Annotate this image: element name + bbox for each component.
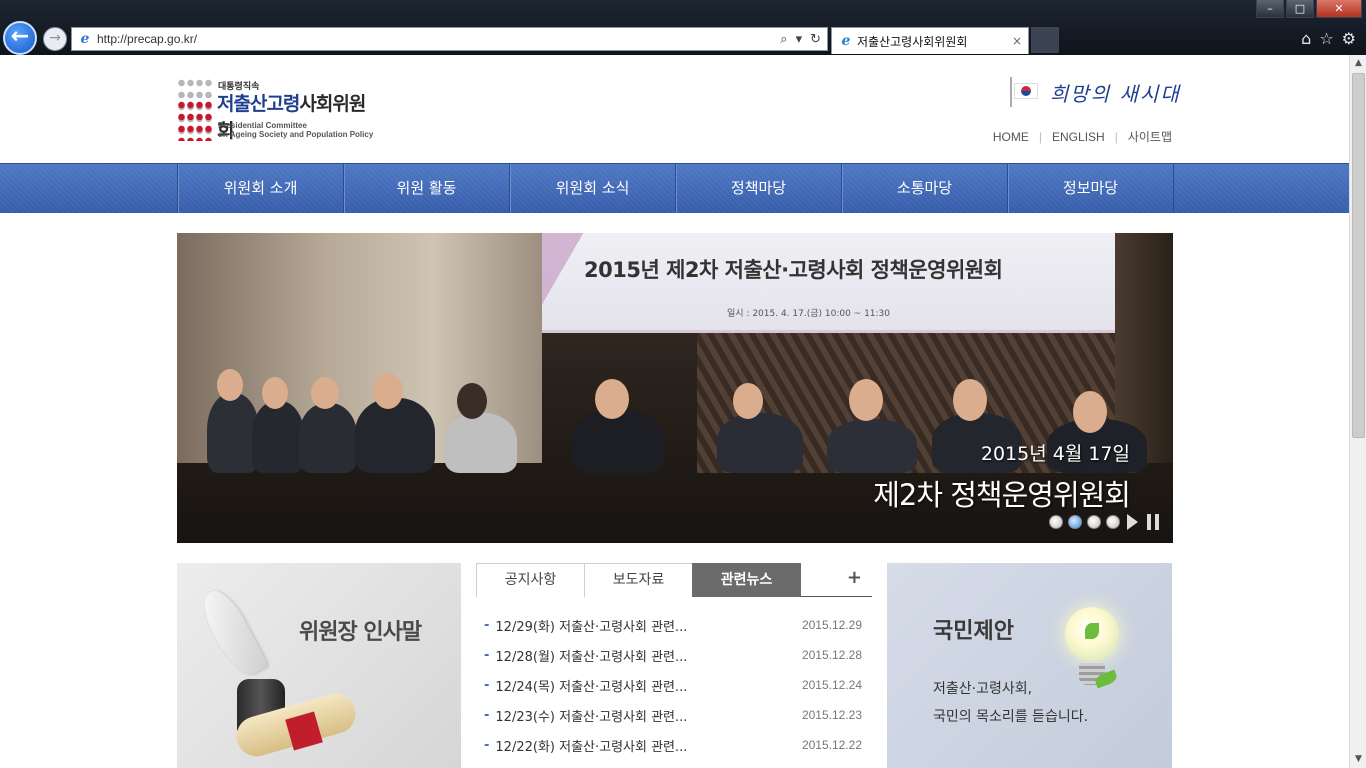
nav-item-policy[interactable]: 정책마당 [676,164,842,213]
slogan-text: 희망의 새시대 [1050,81,1181,106]
search-icon[interactable]: ⌕ [780,32,787,47]
ie-icon: e [80,31,90,47]
slide-pager [1049,514,1159,530]
separator: | [1038,129,1043,144]
play-icon[interactable] [1127,514,1138,530]
tab-press[interactable]: 보도자료 [584,563,693,597]
logo-figures-red [177,99,213,141]
korean-flag-icon [1008,77,1042,107]
dropdown-icon[interactable]: ▾ [796,32,803,47]
maximize-button[interactable]: □ [1286,0,1314,18]
banner-title: 2015년 제2차 저출산·고령사회 정책운영위원회 [584,258,1003,282]
tab-title: 저출산고령사회위원회 [857,34,968,49]
proposal-title: 국민제안 [933,619,1014,644]
tab-related-news[interactable]: 관련뉴스 [692,563,801,597]
new-tab-button[interactable] [1031,27,1059,53]
back-button[interactable]: ← [3,21,37,55]
home-link[interactable]: HOME [993,130,1029,144]
meeting-banner: 2015년 제2차 저출산·고령사회 정책운영위원회 일시 : 2015. 4.… [542,233,1115,333]
greeting-title: 위원장 인사말 [299,620,422,645]
slide-dot-1[interactable] [1049,515,1063,529]
nav-item-communication[interactable]: 소통마당 [842,164,1008,213]
vertical-scrollbar[interactable]: ▲ ▼ [1349,55,1366,768]
main-nav: 위원회 소개 위원 활동 위원회 소식 정책마당 소통마당 정보마당 [0,163,1349,213]
address-bar[interactable]: e http://precap.go.kr/ ⌕ ▾ ↻ [71,27,828,51]
slide-title: 제2차 정책운영위원회 [873,478,1131,512]
favorites-icon[interactable]: ☆ [1319,29,1333,48]
hero-slideshow[interactable]: 2015년 제2차 저출산·고령사회 정책운영위원회 일시 : 2015. 4.… [177,233,1173,543]
tab-close-icon[interactable]: × [1012,34,1022,48]
tab-notice[interactable]: 공지사항 [476,563,585,597]
proposal-desc: 저출산·고령사회, 국민의 목소리를 듣습니다. [933,681,1089,725]
site-logo[interactable]: 대통령직속 저출산고령사회위원회 Presidential Committee … [177,77,377,143]
list-item[interactable]: -12/22(화) 저출산·고령사회 관련... 2015.12.22 [476,730,872,760]
minimize-button[interactable]: – [1256,0,1284,18]
back-icon: ← [10,24,30,49]
slogan: 희망의 새시대 [1008,77,1181,107]
settings-icon[interactable]: ⚙ [1342,29,1356,48]
slide-caption: 2015년 4월 17일 제2차 정책운영위원회 [873,439,1131,514]
english-link[interactable]: ENGLISH [1052,130,1105,144]
ie-icon: e [841,33,851,49]
browser-tab[interactable]: e 저출산고령사회위원회 × [831,27,1029,54]
forward-button[interactable]: → [43,27,67,51]
browser-chrome: – □ ✕ ← → e http://precap.go.kr/ ⌕ ▾ ↻ e… [0,0,1366,55]
home-icon[interactable]: ⌂ [1301,29,1311,48]
window-controls: – □ ✕ [1256,0,1362,18]
page-viewport: 대통령직속 저출산고령사회위원회 Presidential Committee … [0,55,1349,768]
list-item[interactable]: -12/23(수) 저출산·고령사회 관련... 2015.12.23 [476,700,872,730]
list-item[interactable]: -12/24(목) 저출산·고령사회 관련... 2015.12.24 [476,670,872,700]
list-item[interactable]: -12/29(화) 저출산·고령사회 관련... 2015.12.29 [476,610,872,640]
logo-english: Presidential Committee on Ageing Society… [218,121,374,139]
slide-dot-2[interactable] [1068,515,1082,529]
forward-icon: → [49,30,61,46]
news-list: -12/29(화) 저출산·고령사회 관련... 2015.12.29 -12/2… [476,610,872,760]
news-panel: 공지사항 보도자료 관련뉴스 + -12/29(화) 저출산·고령사회 관련..… [476,563,872,768]
slide-date: 2015년 4월 17일 [980,443,1130,465]
nav-item-information[interactable]: 정보마당 [1008,164,1174,213]
quill-icon [195,584,269,682]
nav-item-activities[interactable]: 위원 활동 [344,164,510,213]
sitemap-link[interactable]: 사이트맵 [1128,128,1172,145]
scroll-up-icon[interactable]: ▲ [1350,55,1366,72]
pause-icon[interactable] [1147,514,1159,530]
close-window-button[interactable]: ✕ [1316,0,1362,18]
url-text[interactable]: http://precap.go.kr/ [97,32,780,46]
news-tabs: 공지사항 보도자료 관련뉴스 [476,563,872,597]
citizen-proposal-card[interactable]: 국민제안 저출산·고령사회, 국민의 목소리를 듣습니다. [887,563,1172,768]
scroll-thumb[interactable] [1352,73,1365,438]
list-item[interactable]: -12/28(월) 저출산·고령사회 관련... 2015.12.28 [476,640,872,670]
slide-dot-4[interactable] [1106,515,1120,529]
banner-subtitle: 일시 : 2015. 4. 17.(금) 10:00 ~ 11:30 [727,309,890,319]
slide-dot-3[interactable] [1087,515,1101,529]
refresh-icon[interactable]: ↻ [810,32,821,47]
more-icon[interactable]: + [847,567,862,588]
separator: | [1114,129,1118,144]
nav-item-about[interactable]: 위원회 소개 [178,164,344,213]
utility-links: HOME | ENGLISH | 사이트맵 [993,128,1172,145]
nav-item-news[interactable]: 위원회 소식 [510,164,676,213]
scroll-down-icon[interactable]: ▼ [1350,751,1366,768]
chairman-greeting-card[interactable]: 위원장 인사말 [177,563,461,768]
